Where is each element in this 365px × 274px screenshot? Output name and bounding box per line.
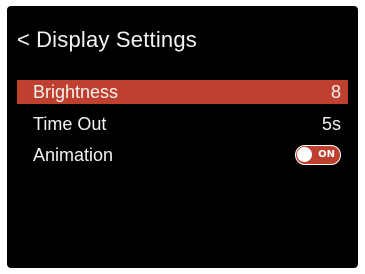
toggle-state-text: ON [318,149,335,160]
page-title: Display Settings [36,27,198,52]
back-button[interactable]: < Display Settings [17,24,197,56]
animation-toggle[interactable]: ON [295,145,341,165]
setting-value-brightness: 8 [330,81,341,102]
setting-row-animation[interactable]: Animation ON [17,143,348,167]
display-settings-panel: < Display Settings Brightness 8 Time Out… [7,6,358,268]
setting-value-time-out: 5s [321,113,341,134]
setting-label-time-out: Time Out [33,113,107,134]
back-chevron-icon: < [17,27,31,52]
toggle-knob [297,147,312,162]
setting-row-brightness[interactable]: Brightness 8 [17,80,348,104]
screen: < Display Settings Brightness 8 Time Out… [0,0,365,274]
setting-label-animation: Animation [33,144,114,165]
setting-label-brightness: Brightness [33,81,119,102]
setting-row-time-out[interactable]: Time Out 5s [17,112,348,136]
